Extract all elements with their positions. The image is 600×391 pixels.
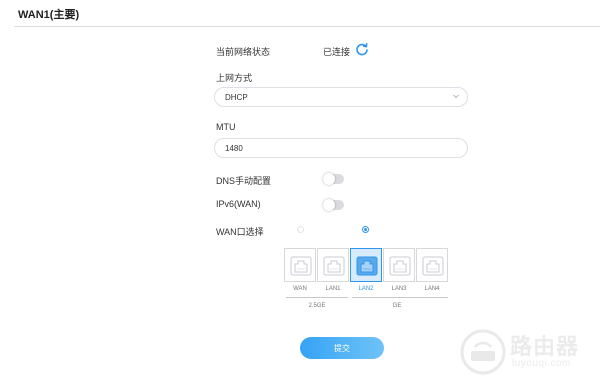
network-status-label: 当前网络状态 [216, 47, 271, 57]
ethernet-port-icon [422, 256, 444, 276]
refresh-icon[interactable] [355, 42, 369, 56]
port-group-label-2-5ge: 2.5GE [308, 303, 326, 309]
port-wan[interactable] [284, 248, 316, 282]
mtu-input[interactable]: 1480 [214, 138, 468, 158]
ipv6-toggle[interactable] [323, 199, 344, 211]
port-group-label-ge: GE [392, 303, 402, 309]
port-label: LAN2 [358, 286, 374, 292]
port-group-line-ge [352, 297, 448, 298]
port-label: LAN3 [391, 286, 407, 292]
ipv6-label: IPv6(WAN) [216, 199, 261, 209]
ethernet-port-icon [389, 256, 411, 276]
dns-manual-toggle[interactable] [323, 173, 344, 185]
watermark-text: 路由器 [510, 334, 580, 359]
title-divider [14, 26, 600, 27]
mtu-value: 1480 [225, 143, 243, 153]
toggle-knob [323, 173, 335, 185]
wan-port-label: WAN口选择 [216, 227, 264, 237]
watermark-subtext: luyouqi.com [512, 358, 571, 369]
port-group-radio-2[interactable] [362, 226, 369, 233]
router-logo-icon [460, 329, 506, 375]
connection-type-label: 上网方式 [216, 73, 253, 83]
connection-type-value: DHCP [225, 92, 248, 102]
ethernet-port-icon [323, 256, 345, 276]
port-label: LAN1 [325, 286, 341, 292]
port-lan1[interactable] [317, 248, 349, 282]
chevron-down-icon [453, 94, 459, 99]
section-title: WAN1(主要) [18, 9, 80, 21]
dns-manual-label: DNS手动配置 [216, 176, 272, 186]
watermark: 路由器 luyouqi.com [458, 327, 592, 377]
ethernet-port-icon [290, 256, 312, 276]
port-lan3[interactable] [383, 248, 415, 282]
toggle-knob [323, 199, 335, 211]
port-selector: WAN LAN1 LAN2 LAN3 LAN4 [284, 248, 450, 298]
submit-button[interactable]: 提交 [300, 337, 384, 359]
network-status-value: 已连接 [323, 47, 351, 57]
port-lan2[interactable] [350, 248, 382, 282]
port-group-radio-1[interactable] [297, 226, 304, 233]
mtu-label: MTU [216, 122, 236, 132]
port-label: LAN4 [424, 286, 440, 292]
ethernet-port-icon [356, 256, 378, 276]
port-lan4[interactable] [416, 248, 448, 282]
port-label: WAN [293, 286, 307, 292]
connection-type-select[interactable]: DHCP [214, 87, 468, 107]
port-group-line-2-5ge [286, 297, 348, 298]
